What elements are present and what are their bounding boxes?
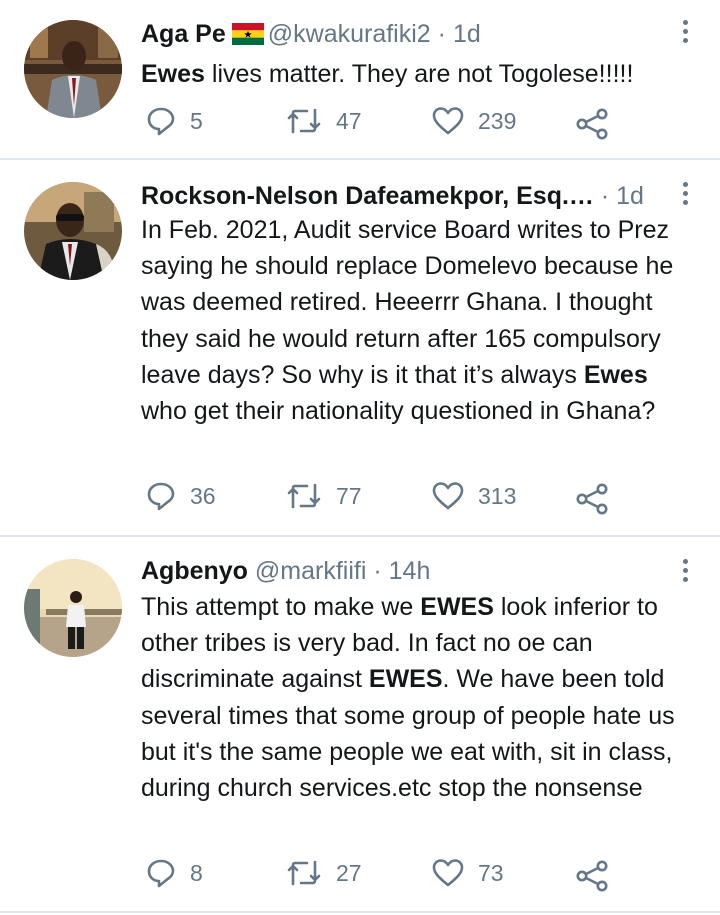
tweet-header: Aga Pe @kwakurafiki2 · 1d <box>141 18 670 53</box>
reply-icon <box>147 859 175 888</box>
display-name[interactable]: Agbenyo <box>141 557 248 585</box>
user-handle[interactable]: @kwakurafiki2 <box>268 20 431 48</box>
separator-dot: · <box>437 20 446 48</box>
retweet-count: 77 <box>336 482 362 509</box>
retweet-icon <box>287 483 321 509</box>
separator-dot: · <box>373 557 382 585</box>
tweet-text-plain: who get their nationality questioned in … <box>141 397 656 426</box>
more-options-icon[interactable] <box>680 559 690 586</box>
tweet-actions: 8 27 73 <box>0 858 720 894</box>
tweet[interactable]: Agbenyo @markfiifi · 14h This attempt to… <box>0 537 720 911</box>
user-handle[interactable]: @markfiifi <box>255 557 367 585</box>
reply-icon <box>147 107 175 136</box>
like-count: 73 <box>478 859 504 886</box>
retweet-button[interactable]: 77 <box>286 481 362 511</box>
more-options-icon[interactable] <box>680 20 690 47</box>
tweet-divider <box>0 911 720 913</box>
reply-button[interactable]: 8 <box>146 858 203 888</box>
reply-button[interactable]: 5 <box>146 106 203 136</box>
retweet-icon <box>287 860 321 886</box>
like-icon <box>432 859 464 887</box>
like-count: 313 <box>478 482 517 509</box>
reply-icon <box>147 482 175 511</box>
like-button[interactable]: 73 <box>432 858 504 888</box>
retweet-button[interactable]: 27 <box>286 858 362 888</box>
tweet-actions: 36 77 313 <box>0 481 720 517</box>
tweet-text-plain: This attempt to make we <box>141 593 421 621</box>
display-name[interactable]: Rockson-Nelson Dafeamekpor, Esq.… <box>141 182 594 210</box>
separator-dot: · <box>600 182 610 210</box>
tweet-text-bold: Ewes <box>141 60 205 88</box>
more-options-icon[interactable] <box>680 182 690 209</box>
avatar[interactable] <box>24 20 122 118</box>
retweet-button[interactable]: 47 <box>286 106 362 136</box>
reply-button[interactable]: 36 <box>146 481 216 511</box>
tweet-text-bold: EWES <box>368 665 443 694</box>
ghana-flag-icon <box>231 21 264 53</box>
avatar[interactable] <box>24 182 122 280</box>
like-icon <box>432 107 464 135</box>
retweet-icon <box>287 108 321 134</box>
share-icon[interactable] <box>576 483 608 520</box>
like-icon <box>432 482 464 510</box>
display-name[interactable]: Aga Pe <box>141 20 226 48</box>
share-icon[interactable] <box>576 860 608 897</box>
tweet[interactable]: Aga Pe @kwakurafiki2 · 1d Ewes lives matt… <box>0 0 720 158</box>
avatar[interactable] <box>24 559 122 657</box>
like-button[interactable]: 313 <box>432 481 516 511</box>
tweet-header: Rockson-Nelson Dafeamekpor, Esq.… · 1d <box>141 180 670 212</box>
retweet-count: 47 <box>336 107 362 134</box>
tweet-text-bold: Ewes <box>583 360 648 389</box>
tweet-text: In Feb. 2021, Audit service Board writes… <box>141 212 698 429</box>
like-count: 239 <box>478 107 517 134</box>
share-icon[interactable] <box>576 108 608 145</box>
tweet-text-plain: lives matter. They are not Togolese!!!!! <box>204 60 634 88</box>
like-button[interactable]: 239 <box>432 106 516 136</box>
reply-count: 8 <box>190 859 203 886</box>
tweet-text-bold: EWES <box>420 593 494 621</box>
tweet-text: This attempt to make we EWES look inferi… <box>141 589 698 806</box>
tweet-header: Agbenyo @markfiifi · 14h <box>141 555 670 587</box>
reply-count: 5 <box>190 107 203 134</box>
tweet-text: Ewes lives matter. They are not Togolese… <box>141 56 698 92</box>
timestamp[interactable]: 1d <box>616 182 644 210</box>
reply-count: 36 <box>190 482 216 509</box>
timestamp[interactable]: 1d <box>453 20 481 48</box>
retweet-count: 27 <box>336 859 362 886</box>
timestamp[interactable]: 14h <box>389 557 431 585</box>
tweet[interactable]: Rockson-Nelson Dafeamekpor, Esq.… · 1d I… <box>0 160 720 535</box>
tweet-actions: 5 47 239 <box>0 106 720 142</box>
